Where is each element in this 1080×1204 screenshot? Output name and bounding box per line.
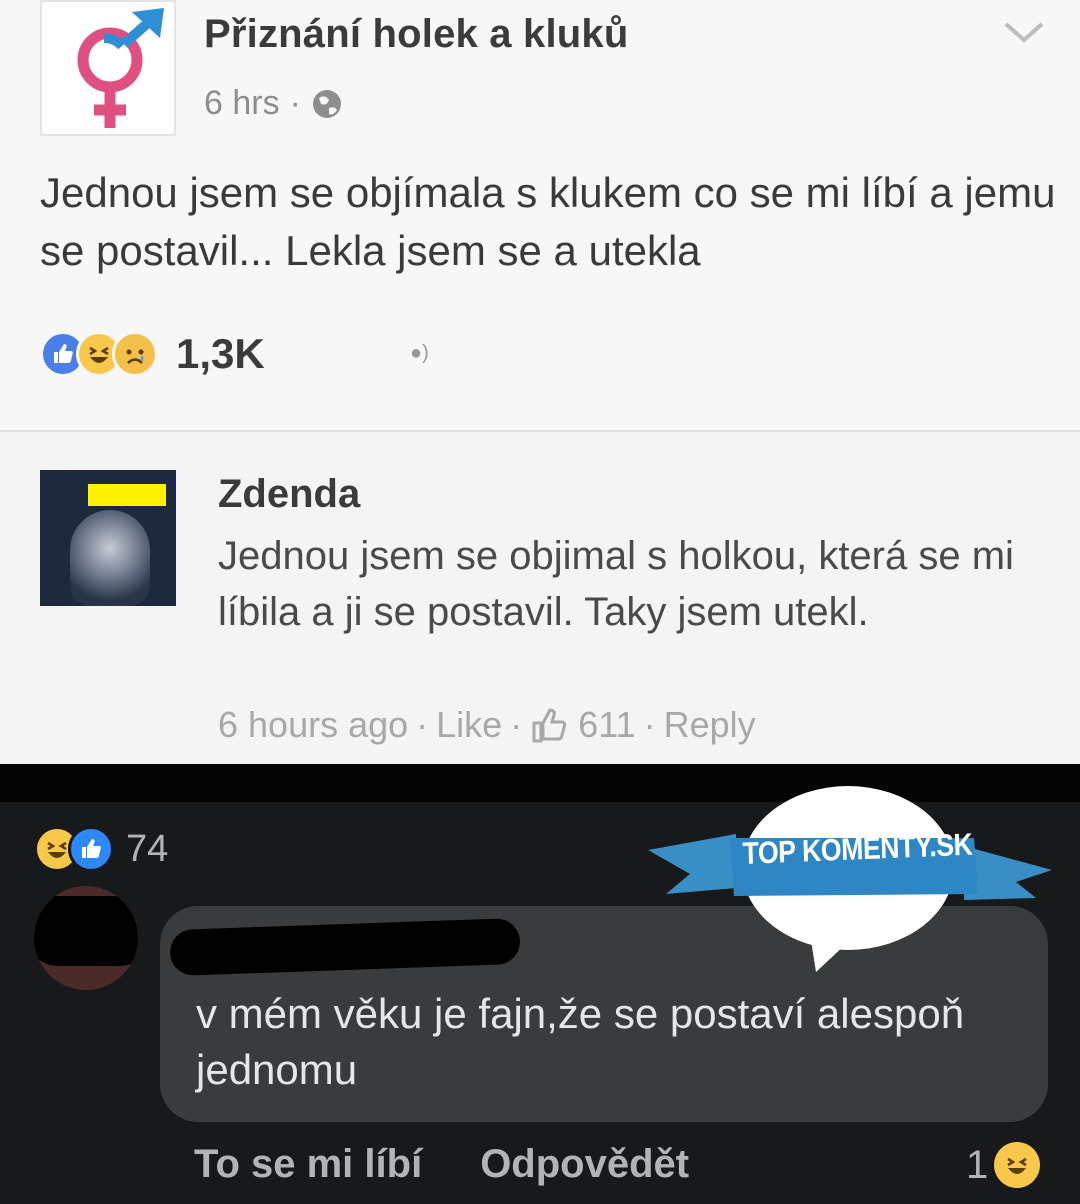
- dark-reactions[interactable]: 74: [34, 826, 168, 872]
- meta-separator: ·: [289, 84, 301, 122]
- post-time[interactable]: 6 hrs: [204, 84, 280, 123]
- commenter-avatar[interactable]: [40, 470, 176, 606]
- post-text: Jednou jsem se objímala s klukem co se m…: [40, 169, 1056, 274]
- comment-time[interactable]: 6 hours ago: [218, 704, 408, 746]
- page-name[interactable]: Přiznání holek a kluků: [204, 12, 629, 57]
- like-reaction-icon: [68, 826, 114, 872]
- like-count: 611: [578, 704, 636, 745]
- gender-symbol-icon: [77, 8, 164, 128]
- commenter-name[interactable]: Zdenda: [218, 472, 360, 517]
- post-reactions[interactable]: 1,3K: [40, 330, 265, 378]
- globe-icon: [312, 89, 341, 118]
- meta-separator: ·: [643, 704, 656, 745]
- like-action[interactable]: To se mi líbí: [194, 1142, 422, 1187]
- reply-link[interactable]: Reply: [664, 704, 756, 746]
- comment-reaction-summary[interactable]: 1: [966, 1142, 1041, 1188]
- dark-commenter-avatar[interactable]: [34, 886, 138, 990]
- comment-meta: 6 hours ago · Like · 611 · Reply: [218, 704, 756, 746]
- meta-separator: ·: [510, 704, 523, 745]
- haha-reaction-icon: [994, 1142, 1041, 1188]
- reaction-count: 1,3K: [176, 330, 265, 377]
- comment-text: Jednou jsem se objimal s holkou, která s…: [218, 534, 1014, 634]
- dark-reaction-count: 74: [126, 827, 169, 870]
- watermark-logo: [648, 786, 1052, 972]
- post-card: Přiznání holek a kluků 6 hrs · Jednou js…: [0, 0, 1080, 430]
- comment-actions: To se mi líbí Odpovědět: [194, 1142, 689, 1187]
- avatar-image: [70, 510, 150, 606]
- chevron-down-icon[interactable]: [1002, 18, 1046, 46]
- censor-bar: [88, 484, 166, 506]
- thumbs-up-icon: [532, 708, 567, 743]
- comment-count-icon: ●): [410, 342, 429, 364]
- comment-reaction-count: 1: [966, 1142, 989, 1187]
- meta-separator: ·: [416, 704, 429, 745]
- avatar-censor-scribble: [34, 896, 138, 966]
- post-meta: 6 hrs ·: [204, 84, 343, 123]
- dark-comment-text: v mém věku je fajn,že se postaví alespoň…: [196, 990, 965, 1093]
- comment: Zdenda Jednou jsem se objimal s holkou, …: [0, 430, 1080, 764]
- reply-action[interactable]: Odpovědět: [480, 1142, 689, 1187]
- page-avatar[interactable]: [40, 0, 176, 136]
- sad-reaction-icon: [112, 331, 158, 377]
- like-link[interactable]: Like: [436, 704, 502, 746]
